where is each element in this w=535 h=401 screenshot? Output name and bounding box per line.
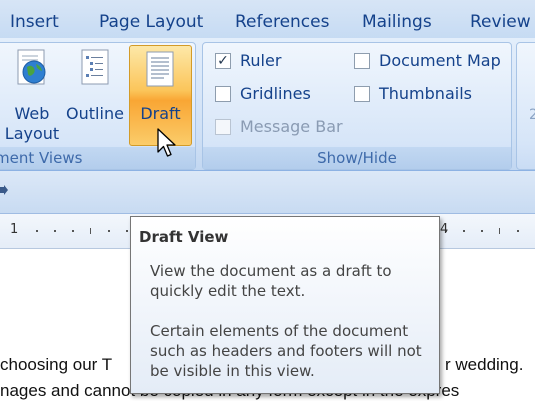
tab-review[interactable]: Review: [470, 12, 531, 32]
mouse-cursor-icon: [157, 128, 176, 157]
expand-arrow-icon[interactable]: [0, 185, 8, 197]
tab-references[interactable]: References: [235, 12, 329, 32]
gridlines-checkbox-row[interactable]: Gridlines: [215, 84, 335, 106]
ruler-number-4: 4: [440, 222, 449, 237]
message-bar-label: Message Bar: [240, 117, 343, 136]
message-bar-checkbox: [215, 119, 231, 135]
document-map-checkbox[interactable]: [354, 53, 370, 69]
draft-label: Draft: [140, 104, 181, 123]
ribbon-bottom-strip: [0, 171, 535, 214]
ruler-checkbox-row[interactable]: ✓ Ruler: [215, 51, 335, 73]
document-text-line-1-left: choosing our T: [0, 355, 113, 374]
web-layout-label-2: Layout: [4, 124, 60, 143]
zoom-icon-partial: 2: [529, 107, 535, 123]
draft-icon: [146, 51, 174, 87]
draft-view-tooltip: Draft View View the document as a draft …: [130, 216, 440, 394]
tab-mailings[interactable]: Mailings: [362, 12, 432, 32]
document-text-line-1-right: r wedding.: [445, 355, 524, 374]
web-layout-label-1: Web: [14, 104, 50, 123]
tooltip-note: Certain elements of the document such as…: [150, 322, 422, 380]
show-hide-group-label: Show/Hide: [203, 147, 511, 169]
ruler-label: Ruler: [240, 51, 282, 70]
web-layout-icon: [17, 49, 46, 85]
web-layout-button[interactable]: Web Layout: [4, 48, 60, 144]
outline-label: Outline: [66, 104, 124, 123]
tab-insert[interactable]: Insert: [10, 12, 59, 32]
document-map-checkbox-row[interactable]: Document Map: [354, 51, 504, 73]
gridlines-checkbox[interactable]: [215, 86, 231, 102]
outline-icon: [81, 49, 109, 85]
thumbnails-checkbox-row[interactable]: Thumbnails: [354, 84, 484, 106]
tooltip-title: Draft View: [139, 228, 229, 246]
thumbnails-checkbox[interactable]: [354, 86, 370, 102]
tab-page-layout[interactable]: Page Layout: [99, 12, 203, 32]
thumbnails-label: Thumbnails: [379, 84, 472, 103]
outline-button[interactable]: Outline: [65, 48, 125, 124]
ribbon-tab-bar: Insert Page Layout References Mailings R…: [0, 0, 535, 38]
document-map-label: Document Map: [379, 51, 501, 70]
message-bar-checkbox-row: Message Bar: [215, 117, 355, 139]
tooltip-description: View the document as a draft to quickly …: [150, 262, 392, 300]
ruler-checkbox[interactable]: ✓: [215, 53, 231, 69]
zoom-group-partial: 2: [516, 42, 535, 170]
gridlines-label: Gridlines: [240, 84, 311, 103]
